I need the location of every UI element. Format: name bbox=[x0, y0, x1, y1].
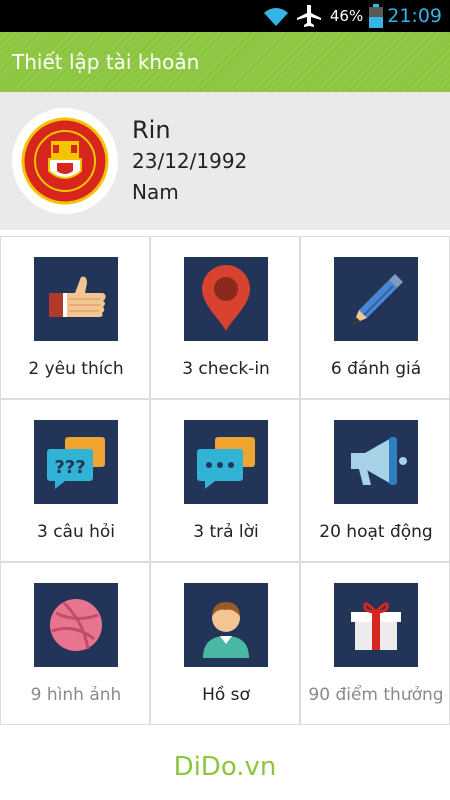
tile-label: Hồ sơ bbox=[202, 685, 250, 705]
reply-bubbles-icon bbox=[184, 420, 268, 504]
tile-favorites[interactable]: 2 yêu thích bbox=[0, 236, 150, 399]
avatar[interactable] bbox=[12, 108, 118, 214]
user-profile-icon bbox=[184, 583, 268, 667]
tile-photos[interactable]: 9 hình ảnh bbox=[0, 562, 150, 725]
tile-profile[interactable]: Hồ sơ bbox=[150, 562, 300, 725]
tile-label: 2 yêu thích bbox=[28, 359, 124, 379]
tile-questions[interactable]: ??? 3 câu hỏi bbox=[0, 399, 150, 562]
status-bar: 46% 21:09 bbox=[0, 0, 450, 32]
tile-label: 9 hình ảnh bbox=[30, 685, 122, 705]
tile-label: 90 điểm thưởng bbox=[308, 685, 444, 705]
battery-percent: 46% bbox=[329, 7, 364, 25]
tile-checkin[interactable]: 3 check-in bbox=[150, 236, 300, 399]
profile-header[interactable]: Rin 23/12/1992 Nam bbox=[0, 92, 450, 230]
account-stats-grid: 2 yêu thích 3 check-in 6 đánh giá ??? 3 … bbox=[0, 236, 450, 726]
brand-footer[interactable]: DiDo.vn bbox=[0, 752, 450, 782]
tile-label: 3 câu hỏi bbox=[36, 522, 116, 542]
megaphone-icon bbox=[334, 420, 418, 504]
profile-info: Rin 23/12/1992 Nam bbox=[132, 114, 247, 208]
map-pin-icon bbox=[184, 257, 268, 341]
page-title: Thiết lập tài khoản bbox=[12, 50, 200, 74]
manchester-united-crest-icon bbox=[21, 117, 109, 205]
svg-text:???: ??? bbox=[54, 457, 85, 478]
tile-label: 6 đánh giá bbox=[330, 359, 422, 379]
tile-reviews[interactable]: 6 đánh giá bbox=[300, 236, 450, 399]
profile-gender: Nam bbox=[132, 180, 179, 204]
tile-label: 3 trả lời bbox=[193, 522, 259, 542]
profile-name: Rin bbox=[132, 116, 171, 144]
battery-icon bbox=[369, 4, 384, 28]
clock: 21:09 bbox=[387, 5, 442, 27]
gift-icon bbox=[334, 583, 418, 667]
airplane-mode-icon bbox=[296, 4, 322, 28]
thumbs-up-icon bbox=[34, 257, 118, 341]
tile-activities[interactable]: 20 hoạt động bbox=[300, 399, 450, 562]
tile-label: 20 hoạt động bbox=[319, 522, 433, 542]
wifi-icon bbox=[262, 5, 290, 27]
question-bubbles-icon: ??? bbox=[34, 420, 118, 504]
pencil-icon bbox=[334, 257, 418, 341]
tile-label: 3 check-in bbox=[182, 359, 270, 379]
dribbble-ball-icon bbox=[34, 583, 118, 667]
tile-reward-points[interactable]: 90 điểm thưởng bbox=[300, 562, 450, 725]
action-bar: Thiết lập tài khoản bbox=[0, 32, 450, 92]
profile-birthday: 23/12/1992 bbox=[132, 149, 248, 173]
tile-answers[interactable]: 3 trả lời bbox=[150, 399, 300, 562]
